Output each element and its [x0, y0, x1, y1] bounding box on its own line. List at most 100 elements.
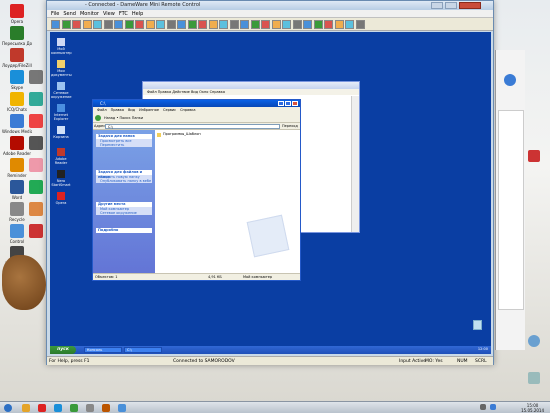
desktop-icon[interactable] — [26, 114, 46, 129]
toolbar-button[interactable] — [303, 20, 312, 29]
close-icon[interactable] — [459, 2, 481, 9]
toolbar-button[interactable] — [208, 20, 218, 29]
desktop-icon[interactable] — [528, 372, 540, 384]
remote-mmc-scrollbar[interactable] — [351, 96, 359, 232]
remote-explorer-file-view[interactable]: Программы_Шаблон — [155, 130, 300, 273]
toolbar-button[interactable] — [250, 20, 260, 29]
toolbar-button[interactable] — [271, 20, 281, 29]
menu-item[interactable]: Monitor — [80, 11, 99, 17]
menu-item[interactable]: FTC — [119, 11, 128, 17]
toolbar-button[interactable] — [156, 20, 165, 29]
minimize-icon[interactable] — [278, 101, 284, 106]
remote-desktop-icon[interactable]: Internet Explorer — [51, 104, 71, 121]
menu-item[interactable]: Правка — [111, 108, 124, 112]
remote-mmc-menubar[interactable]: Файл Правка Действие Вид Окно Справка — [143, 89, 359, 95]
task-link[interactable]: Переместить — [96, 143, 152, 147]
taskbar-app-icon[interactable] — [38, 404, 46, 412]
toolbar-button[interactable] — [355, 20, 365, 29]
close-icon[interactable] — [292, 101, 298, 106]
start-orb-icon[interactable] — [4, 404, 12, 412]
remote-taskbar-button[interactable]: C:\ — [124, 347, 162, 353]
desktop-icon[interactable]: Пересылка Документов — [2, 26, 32, 46]
desktop-icon[interactable] — [26, 224, 46, 239]
back-arrow-icon[interactable] — [95, 115, 101, 121]
toolbar-button[interactable] — [103, 20, 113, 29]
desktop-icon[interactable] — [528, 150, 540, 162]
toolbar-button[interactable] — [114, 20, 123, 29]
toolbar-button[interactable] — [334, 20, 344, 29]
go-button[interactable]: Переход — [282, 123, 298, 130]
desktop-icon[interactable] — [26, 180, 46, 195]
dameware-titlebar[interactable]: - Connected - DameWare Mini Remote Contr… — [47, 1, 493, 10]
menu-item[interactable]: Вид — [128, 108, 135, 112]
folder-icon[interactable] — [157, 133, 161, 137]
toolbar-button[interactable] — [166, 20, 176, 29]
toolbar-button[interactable] — [187, 20, 197, 29]
app-icon[interactable] — [504, 74, 516, 86]
toolbar-button[interactable] — [292, 20, 302, 29]
taskbar-app-icon[interactable] — [54, 404, 62, 412]
remote-explorer-window[interactable]: C:\ Файл Правка Вид Избранное Сервис Справка … — [92, 99, 301, 281]
menu-item[interactable]: View — [103, 11, 115, 17]
taskbar-app-icon[interactable] — [70, 404, 78, 412]
toolbar-button[interactable] — [72, 20, 81, 29]
remote-mmc-titlebar[interactable] — [143, 82, 359, 89]
menu-item[interactable]: File — [51, 11, 59, 17]
toolbar-button[interactable] — [219, 20, 228, 29]
toolbar-button[interactable] — [261, 20, 270, 29]
task-panel-header[interactable]: Подробно — [96, 228, 152, 233]
maximize-icon[interactable] — [445, 2, 457, 9]
address-input[interactable]: C:\ — [105, 124, 280, 129]
menu-item[interactable]: Файл — [97, 108, 107, 112]
remote-desktop-icon[interactable]: Adobe Reader — [51, 148, 71, 165]
menu-item[interactable]: Send — [63, 11, 76, 17]
toolbar-button[interactable] — [124, 20, 134, 29]
menu-item[interactable]: Избранное — [139, 108, 159, 112]
remote-desktop-screen[interactable]: Мой компьютер Мои документы Сетевое окруже… — [50, 32, 491, 354]
remote-start-button[interactable]: пуск — [50, 346, 76, 354]
recycle-bin-icon[interactable] — [473, 320, 482, 330]
clock[interactable]: 15:00 15.05.2014 — [521, 403, 544, 413]
desktop-icon[interactable] — [26, 70, 46, 85]
toolbar-button[interactable] — [198, 20, 207, 29]
maximize-icon[interactable] — [285, 101, 291, 106]
remote-explorer-toolbar[interactable]: Назад • Поиск Папки — [93, 113, 300, 123]
remote-desktop-icon[interactable]: Nero StartSmart — [51, 170, 71, 187]
remote-desktop-icon[interactable]: Мой компьютер — [51, 38, 72, 55]
desktop-icon[interactable]: Opera — [2, 4, 32, 24]
background-application-window[interactable] — [495, 50, 525, 350]
toolbar-button[interactable] — [229, 20, 239, 29]
remote-desktop-icon[interactable]: Мои документы — [51, 60, 72, 77]
remote-taskbar-button[interactable]: Консоль управления — [84, 347, 122, 354]
minimize-icon[interactable] — [431, 2, 443, 9]
taskbar-app-icon[interactable] — [22, 404, 30, 412]
toolbar-button[interactable] — [282, 20, 291, 29]
menu-item[interactable]: Help — [132, 11, 143, 17]
desktop-icon[interactable]: Лоудер/FileZilla — [2, 48, 32, 68]
desktop-icon[interactable] — [26, 202, 46, 217]
toolbar-button[interactable] — [345, 20, 354, 29]
toolbar-button[interactable] — [82, 20, 92, 29]
remote-explorer-titlebar[interactable]: C:\ — [93, 100, 300, 107]
desktop-icon[interactable] — [528, 335, 540, 347]
task-link[interactable]: Сетевое окружение — [96, 211, 152, 215]
toolbar-button[interactable] — [135, 20, 144, 29]
file-item-label[interactable]: Программы_Шаблон — [163, 132, 201, 136]
toolbar-button[interactable] — [93, 20, 102, 29]
taskbar-app-icon[interactable] — [118, 404, 126, 412]
remote-desktop-icon[interactable]: Opera — [51, 192, 71, 205]
menu-item[interactable]: Сервис — [163, 108, 176, 112]
toolbar-button[interactable] — [324, 20, 333, 29]
toolbar-button[interactable] — [313, 20, 323, 29]
taskbar-app-icon[interactable] — [102, 404, 110, 412]
toolbar-button[interactable] — [240, 20, 249, 29]
task-link[interactable]: Опубликовать папку в вебе — [96, 179, 152, 183]
tray-icon[interactable] — [490, 404, 496, 410]
remote-desktop-icon[interactable]: Сетевое окружение — [51, 82, 72, 99]
tray-icon[interactable] — [480, 404, 486, 410]
toolbar-button[interactable] — [51, 20, 60, 29]
remote-desktop-icon[interactable]: Корзина — [51, 126, 71, 139]
toolbar-button[interactable] — [61, 20, 71, 29]
desktop-icon[interactable] — [26, 158, 46, 173]
desktop-icon[interactable] — [26, 92, 46, 107]
